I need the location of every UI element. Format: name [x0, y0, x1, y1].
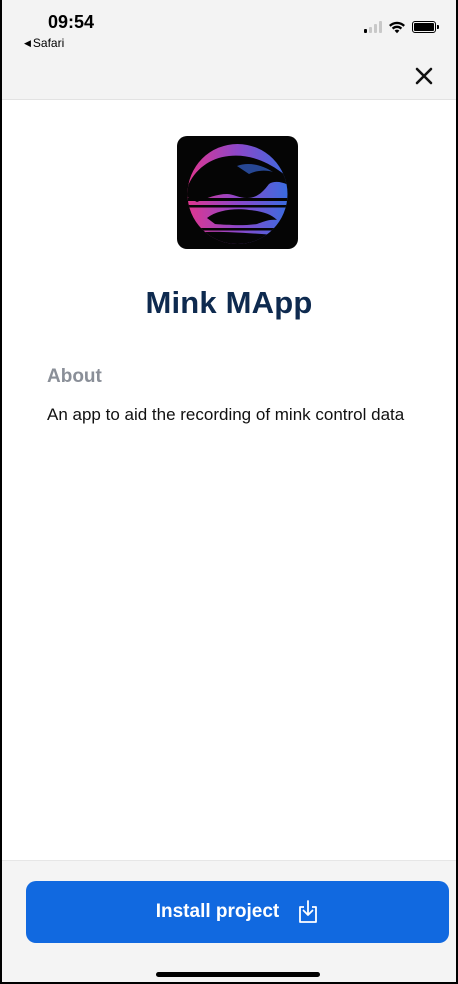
install-project-button[interactable]: Install project	[26, 881, 449, 943]
install-label: Install project	[155, 901, 280, 922]
close-button[interactable]	[412, 64, 436, 88]
cellular-signal-icon	[364, 21, 382, 33]
back-to-safari[interactable]: ◀ Safari	[24, 36, 64, 50]
about-heading: About	[47, 366, 102, 387]
home-indicator[interactable]	[156, 972, 320, 977]
back-app-label: Safari	[32, 36, 65, 50]
back-triangle-icon: ◀	[24, 37, 31, 48]
mink-logo-icon	[177, 136, 298, 249]
battery-icon	[412, 21, 439, 33]
app-screen: 09:54 ◀ Safari Mink MApp About An app to…	[0, 0, 458, 984]
close-icon	[415, 67, 433, 85]
status-time: 09:54	[48, 12, 95, 32]
wifi-icon	[389, 21, 405, 34]
download-icon	[299, 900, 318, 923]
app-title: Mink MApp	[145, 285, 313, 320]
about-description: An app to aid the recording of mink cont…	[47, 405, 405, 424]
status-icons	[364, 20, 439, 34]
top-bar: 09:54 ◀ Safari	[2, 0, 456, 100]
